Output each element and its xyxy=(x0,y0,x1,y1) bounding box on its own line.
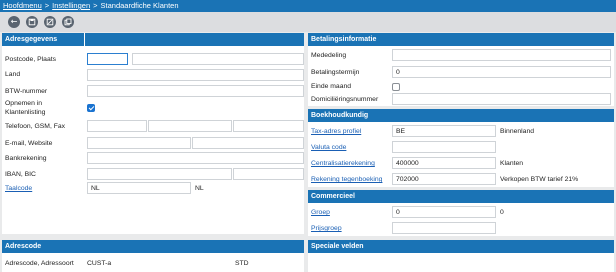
phone-label: Telefoon, GSM, Fax xyxy=(5,123,66,130)
domiciliering-input[interactable] xyxy=(392,93,611,105)
breadcrumb-home-link[interactable]: Hoofdmenu xyxy=(3,1,42,10)
prijsgroep-link[interactable]: Prijsgroep xyxy=(311,225,342,233)
tegenboeking-link[interactable]: Rekening tegenboeking xyxy=(311,176,382,184)
copy-button[interactable] xyxy=(62,16,74,28)
land-label: Land xyxy=(5,71,21,78)
taalcode-description: NL xyxy=(195,185,204,192)
centralisatie-link[interactable]: Centralisatierekening xyxy=(311,160,375,168)
email-label: E-mail, Website xyxy=(5,140,53,147)
back-button[interactable]: ← xyxy=(8,16,20,28)
btw-label: BTW-nummer xyxy=(5,88,48,95)
accounting-panel: Boekhoudkundig Tax-adres profiel Binnenl… xyxy=(308,109,614,187)
breadcrumb-current: Standaardfiche Klanten xyxy=(100,1,179,10)
special-fields-header: Speciale velden xyxy=(308,240,614,253)
postcode-input[interactable] xyxy=(87,53,128,65)
einde-maand-label: Einde maand xyxy=(311,83,352,90)
adrescode-panel-header: Adrescode xyxy=(2,240,304,253)
commercial-panel: Commercieel Groep 0 Prijsgroep xyxy=(308,190,614,236)
mededeling-label: Mededeling xyxy=(311,52,347,59)
save-button[interactable] xyxy=(26,16,38,28)
address-panel-title: Adresgegevens xyxy=(5,36,58,43)
centralisatie-description: Klanten xyxy=(500,160,524,167)
groep-description: 0 xyxy=(500,209,504,216)
einde-maand-checkbox[interactable] xyxy=(392,83,400,91)
save-close-button[interactable] xyxy=(44,16,56,28)
phone-input[interactable] xyxy=(87,120,147,132)
payment-panel: Betalingsinformatie Mededeling Betalings… xyxy=(308,33,614,106)
copy-icon xyxy=(64,18,72,26)
klantenlisting-label-line2: Klantenlisting xyxy=(5,109,46,116)
centralisatie-input[interactable] xyxy=(392,157,496,169)
domiciliering-label: Domiciliëringsnummer xyxy=(311,96,379,103)
klantenlisting-label-line1: Opnemen in xyxy=(5,100,43,107)
betalingstermijn-label: Betalingstermijn xyxy=(311,69,360,76)
iban-label: IBAN, BIC xyxy=(5,171,36,178)
land-input[interactable] xyxy=(87,69,304,81)
tegenboeking-description: Verkopen BTW tarief 21% xyxy=(500,176,579,183)
tax-profile-description: Binnenland xyxy=(500,128,535,135)
adrescode-label: Adrescode, Adressoort xyxy=(5,260,74,267)
save-icon xyxy=(28,18,36,26)
adressoort-value: STD xyxy=(235,260,249,267)
toolbar: ← xyxy=(0,12,616,32)
klantenlisting-checkbox[interactable] xyxy=(87,104,95,112)
fax-input[interactable] xyxy=(233,120,304,132)
iban-input[interactable] xyxy=(87,168,232,180)
adrescode-value: CUST-a xyxy=(87,260,112,267)
tax-profile-input[interactable] xyxy=(392,125,496,137)
special-fields-panel: Speciale velden xyxy=(308,240,614,272)
city-input[interactable] xyxy=(132,53,304,65)
breadcrumb-separator: > xyxy=(44,1,50,10)
commercial-panel-header: Commercieel xyxy=(308,190,614,203)
email-input[interactable] xyxy=(87,137,191,149)
website-input[interactable] xyxy=(192,137,304,149)
taalcode-link[interactable]: Taalcode xyxy=(5,185,32,193)
header-divider xyxy=(84,33,85,46)
mededeling-input[interactable] xyxy=(392,49,611,61)
bank-label: Bankrekening xyxy=(5,155,47,162)
breadcrumb: Hoofdmenu > Instellingen > Standaardfiche Kl… xyxy=(0,0,616,12)
valuta-code-input[interactable] xyxy=(392,141,496,153)
tax-profile-link[interactable]: Tax-adres profiel xyxy=(311,128,361,136)
payment-panel-header: Betalingsinformatie xyxy=(308,33,614,46)
adrescode-panel: Adrescode Adrescode, Adressoort CUST-a S… xyxy=(2,240,304,272)
address-panel: Adresgegevens Postcode, Plaats Land BTW-… xyxy=(2,33,304,234)
btw-input[interactable] xyxy=(87,85,304,97)
bank-input[interactable] xyxy=(87,152,304,164)
accounting-panel-header: Boekhoudkundig xyxy=(308,109,614,122)
taalcode-input[interactable] xyxy=(87,182,191,194)
betalingstermijn-input[interactable] xyxy=(392,66,611,78)
gsm-input[interactable] xyxy=(148,120,232,132)
groep-link[interactable]: Groep xyxy=(311,209,330,217)
breadcrumb-separator: > xyxy=(93,1,98,10)
bic-input[interactable] xyxy=(233,168,304,180)
groep-input[interactable] xyxy=(392,206,496,218)
back-icon: ← xyxy=(10,17,18,26)
save-close-icon xyxy=(46,18,54,26)
tegenboeking-input[interactable] xyxy=(392,173,496,185)
address-panel-header: Adresgegevens xyxy=(2,33,304,46)
breadcrumb-settings-link[interactable]: Instellingen xyxy=(52,1,90,10)
valuta-code-link[interactable]: Valuta code xyxy=(311,144,346,152)
postcode-label: Postcode, Plaats xyxy=(5,56,57,63)
prijsgroep-input[interactable] xyxy=(392,222,496,234)
